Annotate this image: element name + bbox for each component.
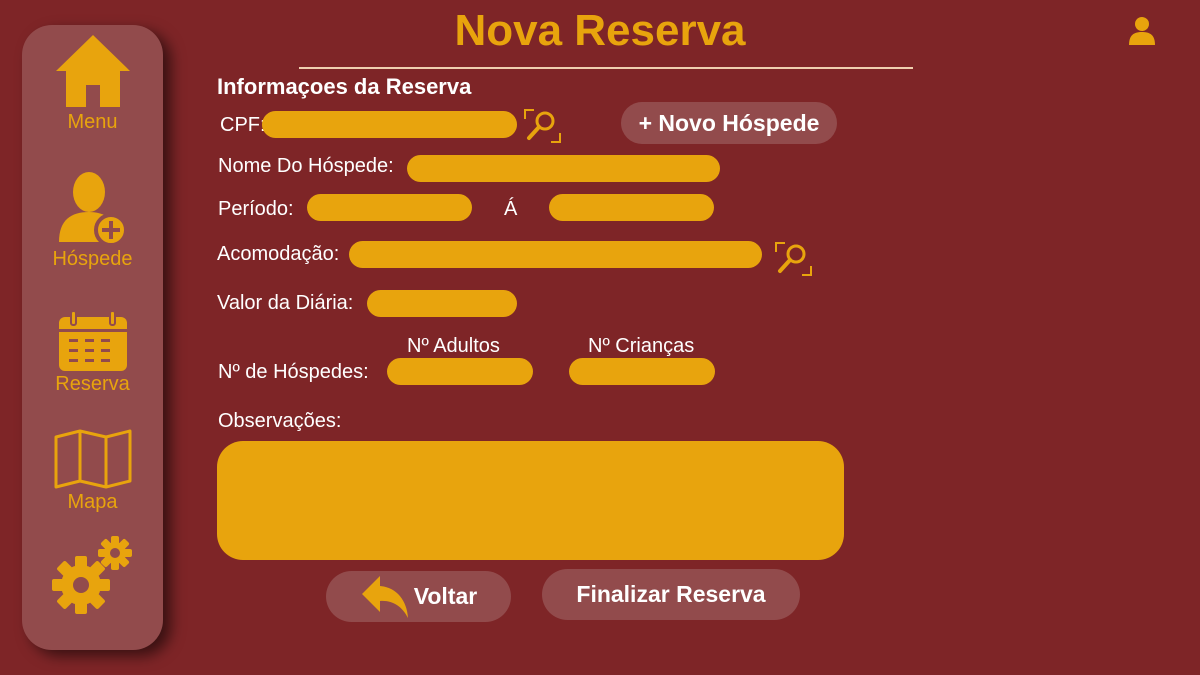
page-title: Nova Reserva xyxy=(454,6,746,55)
sidebar-item-reserva[interactable]: Reserva xyxy=(22,309,163,396)
adults-label: Nº Adultos xyxy=(407,335,500,357)
daily-rate-input[interactable] xyxy=(367,290,517,317)
new-guest-button[interactable]: + Novo Hóspede xyxy=(621,102,837,144)
children-input[interactable] xyxy=(569,358,715,385)
calendar-icon xyxy=(58,310,127,371)
daily-rate-label: Valor da Diária: xyxy=(217,292,354,314)
gears-icon xyxy=(51,536,132,614)
map-icon xyxy=(54,429,131,489)
children-label: Nº Crianças xyxy=(588,335,695,357)
period-label: Período: xyxy=(218,198,294,220)
sidebar-item-settings[interactable] xyxy=(22,535,163,617)
guests-count-label: Nº de Hóspedes: xyxy=(218,361,369,383)
period-end-input[interactable] xyxy=(549,194,714,221)
add-user-icon xyxy=(58,172,128,246)
sidebar-item-hospede[interactable]: Hóspede xyxy=(22,170,163,271)
accommodation-label: Acomodação: xyxy=(217,243,340,265)
finish-reservation-button[interactable]: Finalizar Reserva xyxy=(542,569,800,620)
user-icon[interactable] xyxy=(1128,16,1156,46)
sidebar-item-label: Mapa xyxy=(67,491,118,513)
notes-textarea[interactable] xyxy=(217,441,844,560)
sidebar-item-label: Hóspede xyxy=(52,248,133,270)
search-icon[interactable] xyxy=(773,240,813,276)
guest-name-input[interactable] xyxy=(407,155,720,182)
cpf-input[interactable] xyxy=(262,111,517,138)
title-divider xyxy=(299,67,913,69)
back-arrow-icon xyxy=(361,575,408,618)
period-start-input[interactable] xyxy=(307,194,472,221)
guest-name-label: Nome Do Hóspede: xyxy=(218,155,394,177)
section-title: Informaçoes da Reserva xyxy=(217,74,472,99)
sidebar: Menu Hóspede Reserva Mapa xyxy=(22,25,163,650)
back-button-label: Voltar xyxy=(413,583,478,609)
sidebar-item-label: Menu xyxy=(67,111,118,133)
accommodation-input[interactable] xyxy=(349,241,762,268)
notes-label: Observações: xyxy=(218,410,342,432)
cpf-label: CPF: xyxy=(220,114,266,136)
sidebar-item-mapa[interactable]: Mapa xyxy=(22,429,163,514)
adults-input[interactable] xyxy=(387,358,533,385)
sidebar-item-menu[interactable]: Menu xyxy=(22,33,163,134)
back-button[interactable]: Voltar xyxy=(326,571,511,622)
period-separator: Á xyxy=(504,198,518,220)
home-icon xyxy=(55,35,130,107)
search-icon[interactable] xyxy=(522,107,562,143)
sidebar-item-label: Reserva xyxy=(55,373,130,395)
